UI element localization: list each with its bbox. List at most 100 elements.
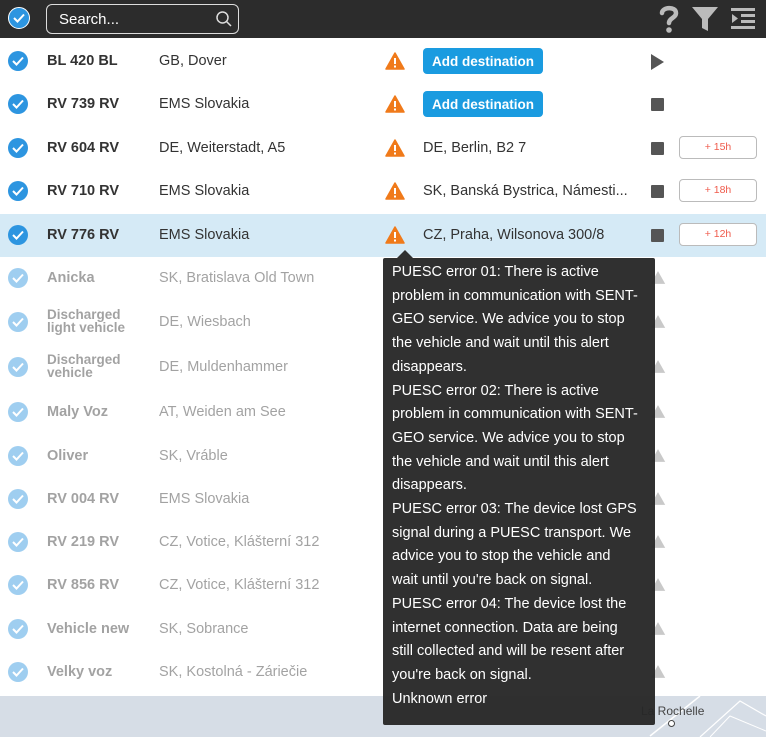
stop-icon[interactable] (651, 185, 664, 198)
vehicle-destination: CZ, Praha, Wilsonova 300/8 (423, 227, 605, 243)
vehicle-name-line: light vehicle (47, 320, 126, 335)
vehicle-name[interactable]: BL 420 BL (47, 53, 118, 69)
warning-icon[interactable] (385, 95, 405, 113)
warning-icon[interactable] (385, 139, 405, 157)
add-destination-button[interactable]: Add destination (423, 48, 543, 74)
row-checkbox[interactable] (8, 94, 28, 114)
tooltip-line: disappears. (392, 477, 467, 494)
tooltip-line: internet connection. Data are being (392, 619, 618, 636)
stop-icon[interactable] (651, 142, 664, 155)
delay-badge[interactable]: + 18h (679, 179, 757, 202)
stop-icon[interactable] (651, 98, 664, 111)
vehicle-location: CZ, Votice, Klášterní 312 (159, 577, 320, 593)
row-checkbox[interactable] (8, 51, 28, 71)
add-destination-button[interactable]: Add destination (423, 91, 543, 117)
tooltip-line: advice you to stop the vehicle and (392, 548, 611, 565)
vehicle-location: DE, Weiterstadt, A5 (159, 140, 286, 156)
checkmark-icon (12, 317, 24, 327)
row-checkbox[interactable] (8, 138, 28, 158)
checkmark-icon (12, 451, 24, 461)
tooltip-line: problem in communication with SENT- (392, 287, 638, 304)
filter-icon[interactable] (690, 4, 720, 34)
checkmark-icon (13, 13, 25, 23)
search-input[interactable] (59, 11, 199, 28)
vehicle-name[interactable]: RV 219 RV (47, 534, 119, 550)
row-checkbox[interactable] (8, 575, 28, 595)
vehicle-location: DE, Muldenhammer (159, 359, 288, 375)
tooltip-line: PUESC error 03: The device lost GPS (392, 501, 637, 518)
vehicle-location: AT, Weiden am See (159, 404, 286, 420)
tooltip-line: PUESC error 04: The device lost the (392, 595, 627, 612)
checkmark-icon (12, 143, 24, 153)
play-icon[interactable] (651, 54, 664, 70)
vehicle-name[interactable]: Vehicle new (47, 621, 129, 637)
vehicle-name[interactable]: RV 776 RV (47, 227, 119, 243)
delay-badge[interactable]: + 12h (679, 223, 757, 246)
warning-icon[interactable] (385, 182, 405, 200)
vehicle-location: SK, Kostolná - Záriečie (159, 664, 308, 680)
vehicle-row[interactable]: RV 710 RV EMS Slovakia SK, Banská Bystri… (0, 170, 766, 213)
tooltip-line: the vehicle and wait until this alert (392, 335, 609, 352)
vehicle-row[interactable]: BL 420 BL GB, Dover Add destination (0, 40, 766, 83)
vehicle-name[interactable]: Discharged light vehicle (47, 308, 126, 335)
vehicle-name[interactable]: Velky voz (47, 664, 112, 680)
checkmark-icon (12, 580, 24, 590)
row-checkbox[interactable] (8, 662, 28, 682)
checkmark-icon (12, 407, 24, 417)
vehicle-location: SK, Vráble (159, 448, 228, 464)
vehicle-name[interactable]: RV 004 RV (47, 491, 119, 507)
vehicle-row[interactable]: RV 739 RV EMS Slovakia Add destination (0, 83, 766, 126)
vehicle-location: EMS Slovakia (159, 227, 250, 243)
tooltip-arrow (397, 250, 413, 258)
tooltip-line: Unknown error (392, 690, 488, 707)
tooltip-line: GEO service. We advice you to stop (392, 429, 625, 446)
vehicle-location: EMS Slovakia (159, 183, 250, 199)
vehicle-location: EMS Slovakia (159, 96, 250, 112)
tooltip-line: problem in communication with SENT- (392, 406, 638, 423)
tooltip-line: PUESC error 02: There is active (392, 382, 599, 399)
row-checkbox[interactable] (8, 268, 28, 288)
vehicle-name[interactable]: RV 604 RV (47, 140, 119, 156)
vehicle-location: EMS Slovakia (159, 491, 250, 507)
help-icon[interactable] (658, 4, 680, 34)
warning-icon[interactable] (385, 52, 405, 70)
row-checkbox[interactable] (8, 532, 28, 552)
row-checkbox[interactable] (8, 402, 28, 422)
search-box[interactable] (46, 4, 239, 34)
tooltip-line: still collected and will be resent after (392, 643, 625, 660)
tooltip-line: you're back on signal. (392, 666, 532, 683)
row-checkbox[interactable] (8, 225, 28, 245)
row-checkbox[interactable] (8, 181, 28, 201)
indent-list-icon[interactable] (730, 4, 756, 34)
vehicle-name[interactable]: RV 856 RV (47, 577, 119, 593)
row-checkbox[interactable] (8, 312, 28, 332)
checkmark-icon (12, 273, 24, 283)
vehicle-location: DE, Wiesbach (159, 314, 251, 330)
vehicle-name[interactable]: Maly Voz (47, 404, 108, 420)
checkmark-icon (12, 494, 24, 504)
warning-icon[interactable] (385, 226, 405, 244)
row-checkbox[interactable] (8, 446, 28, 466)
vehicle-row-selected[interactable]: RV 776 RV EMS Slovakia CZ, Praha, Wilson… (0, 214, 766, 257)
tooltip-line: GEO service. We advice you to stop (392, 311, 625, 328)
search-icon[interactable] (215, 10, 233, 28)
vehicle-location: GB, Dover (159, 53, 227, 69)
row-checkbox[interactable] (8, 619, 28, 639)
vehicle-name[interactable]: RV 710 RV (47, 183, 119, 199)
row-checkbox[interactable] (8, 357, 28, 377)
tooltip-line: signal during a PUESC transport. We (392, 524, 632, 541)
vehicle-name[interactable]: RV 739 RV (47, 96, 119, 112)
vehicle-name[interactable]: Oliver (47, 448, 88, 464)
vehicle-name[interactable]: Anicka (47, 270, 95, 286)
tooltip-line: the vehicle and wait until this alert (392, 453, 609, 470)
stop-icon[interactable] (651, 229, 664, 242)
checkmark-icon (12, 230, 24, 240)
row-checkbox[interactable] (8, 489, 28, 509)
toolbar (0, 0, 766, 38)
checkmark-icon (12, 99, 24, 109)
vehicle-row[interactable]: RV 604 RV DE, Weiterstadt, A5 DE, Berlin… (0, 127, 766, 170)
vehicle-destination: SK, Banská Bystrica, Námesti... (423, 183, 628, 199)
vehicle-name[interactable]: Discharged vehicle (47, 353, 121, 380)
delay-badge[interactable]: + 15h (679, 136, 757, 159)
select-all-checkbox[interactable] (8, 7, 30, 29)
